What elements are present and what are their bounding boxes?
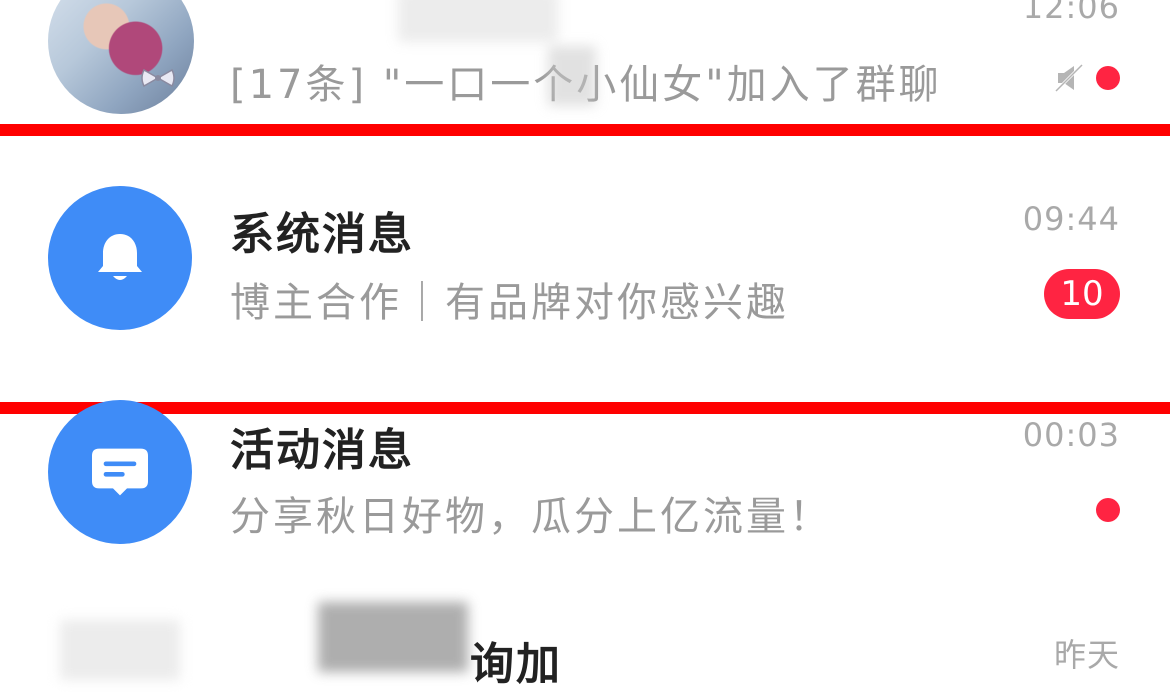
conversation-preview: 博主合作｜有品牌对你感兴趣 — [230, 280, 789, 326]
conversation-row-activity[interactable]: 活动消息 00:03 分享秋日好物，瓜分上亿流量！ — [0, 400, 1170, 584]
message-icon — [92, 448, 148, 496]
blurred-preview — [548, 46, 596, 106]
blurred-title — [398, 0, 558, 42]
conversation-title: 活动消息 — [230, 425, 414, 476]
highlight-line-top — [0, 124, 1170, 136]
activity-avatar — [48, 400, 192, 544]
conversation-title: 系统消息 — [230, 209, 414, 260]
conversation-row-group[interactable]: 12:06 [17条] "一口一个小仙女"加入了群聊 — [0, 0, 1170, 125]
conversation-title: 询加 — [470, 639, 562, 690]
conversation-row-system[interactable]: 系统消息 09:44 博主合作｜有品牌对你感兴趣 10 — [0, 136, 1170, 402]
blurred-title — [318, 602, 468, 672]
conversation-time: 00:03 — [1022, 416, 1120, 454]
blurred-avatar — [60, 620, 180, 680]
highlight-line-bottom — [0, 402, 1170, 414]
bow-icon — [141, 68, 175, 88]
conversation-time: 昨天 — [1053, 636, 1120, 674]
group-avatar — [48, 0, 194, 114]
system-avatar — [48, 186, 192, 330]
unread-dot — [1096, 66, 1120, 90]
mute-icon — [1054, 63, 1084, 93]
conversation-row-partial[interactable]: 询加 昨天 — [0, 584, 1170, 690]
bell-icon — [98, 234, 142, 280]
unread-count-badge: 10 — [1044, 269, 1120, 319]
conversation-time: 09:44 — [1022, 200, 1120, 238]
conversation-time: 12:06 — [1022, 0, 1120, 26]
conversation-preview: 分享秋日好物，瓜分上亿流量！ — [230, 494, 832, 540]
unread-dot — [1096, 498, 1120, 522]
